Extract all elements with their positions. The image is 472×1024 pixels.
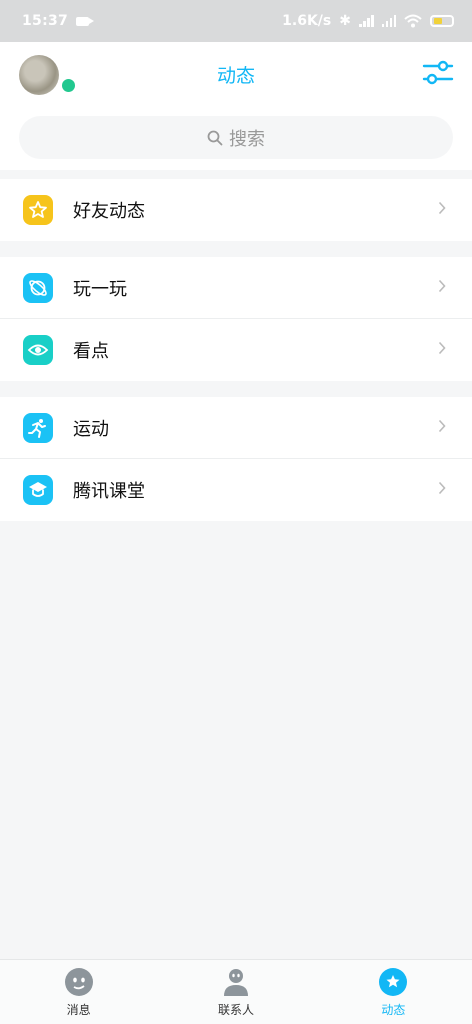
battery-icon: [430, 15, 454, 27]
chevron-right-icon: [438, 279, 446, 293]
list-item-label: 运动: [73, 418, 109, 440]
section-fun: 玩一玩 看点: [0, 257, 472, 381]
chevron-right-icon: [438, 201, 446, 215]
message-face-icon: [64, 968, 93, 996]
page-title: 动态: [216, 65, 255, 87]
tab-label: 消息: [66, 1003, 91, 1017]
graduation-cap-icon: [23, 475, 53, 505]
section-friends: 好友动态: [0, 179, 472, 241]
list-item-label: 玩一玩: [73, 278, 127, 300]
tab-label: 联系人: [217, 1003, 254, 1017]
running-icon: [23, 413, 53, 443]
search-input[interactable]: 搜索: [19, 116, 453, 159]
list-item-label: 好友动态: [73, 201, 145, 222]
list-item-sports[interactable]: 运动: [0, 397, 472, 459]
tab-feed[interactable]: 动态: [315, 960, 472, 1024]
tab-label: 动态: [381, 1003, 406, 1017]
wifi-icon: [404, 14, 422, 28]
star-circle-icon: [379, 968, 408, 996]
list-item-label: 腾讯课堂: [73, 481, 145, 502]
list-item-kandian[interactable]: 看点: [0, 319, 472, 381]
bottom-nav: 消息 联系人 动态: [0, 959, 472, 1024]
signal-icon-2: [381, 15, 396, 27]
top-header: 动态: [0, 42, 472, 108]
tab-messages[interactable]: 消息: [0, 960, 157, 1024]
list-item-tencent-classroom[interactable]: 腾讯课堂: [0, 459, 472, 521]
chevron-right-icon: [438, 341, 446, 355]
contacts-person-icon: [223, 969, 248, 996]
video-recording-icon: [76, 16, 95, 26]
network-speed: 1.6K/s: [282, 13, 332, 29]
planet-icon: [23, 273, 53, 303]
chevron-right-icon: [438, 481, 446, 495]
eye-icon: [23, 335, 53, 365]
list-item-label: 看点: [73, 341, 109, 362]
status-time: 15:37: [22, 13, 69, 29]
bluetooth-icon: ✱: [339, 13, 351, 29]
search-icon: [207, 130, 223, 145]
tab-contacts[interactable]: 联系人: [157, 960, 314, 1024]
settings-sliders-icon[interactable]: [422, 60, 454, 86]
list-item-friend-feed[interactable]: 好友动态: [0, 179, 472, 241]
section-more: 运动 腾讯课堂: [0, 397, 472, 521]
search-area: 搜索: [0, 108, 472, 170]
status-bar: 15:37 1.6K/s ✱: [0, 0, 472, 42]
star-icon: [23, 195, 53, 225]
list-item-games[interactable]: 玩一玩: [0, 257, 472, 319]
signal-icon: [359, 15, 374, 27]
chevron-right-icon: [438, 419, 446, 433]
search-placeholder: 搜索: [229, 128, 265, 150]
